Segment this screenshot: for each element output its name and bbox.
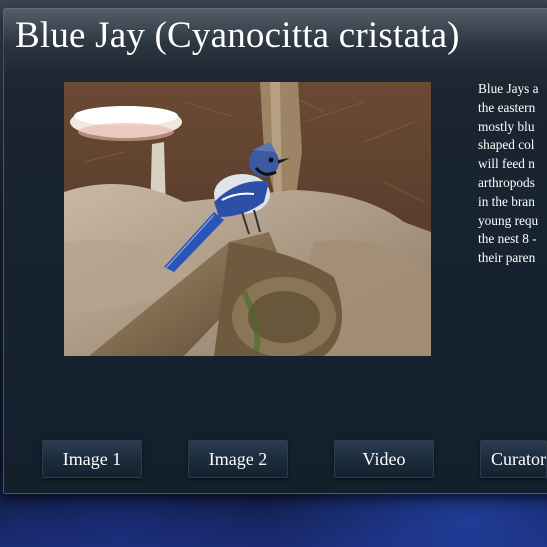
- blue-jay-photo: [64, 82, 431, 356]
- image-2-button[interactable]: Image 2: [188, 440, 288, 478]
- description-line: will feed n: [478, 156, 535, 172]
- video-button[interactable]: Video: [334, 440, 434, 478]
- description-line: mostly blu: [478, 118, 535, 134]
- species-description: Blue Jays a the eastern mostly blu shape…: [478, 80, 547, 268]
- page-title: Blue Jay (Cyanocitta cristata): [15, 15, 460, 56]
- description-line: young requ: [478, 212, 539, 228]
- description-line: the eastern: [478, 99, 536, 115]
- description-line: shaped col: [478, 137, 535, 153]
- description-line: the nest 8 -: [478, 231, 537, 247]
- description-line: arthropods: [478, 174, 535, 190]
- description-line: their paren: [478, 250, 536, 266]
- image-1-button[interactable]: Image 1: [42, 440, 142, 478]
- curator-button[interactable]: Curator: [480, 440, 547, 478]
- description-line: Blue Jays a: [478, 81, 539, 96]
- description-line: in the bran: [478, 193, 535, 209]
